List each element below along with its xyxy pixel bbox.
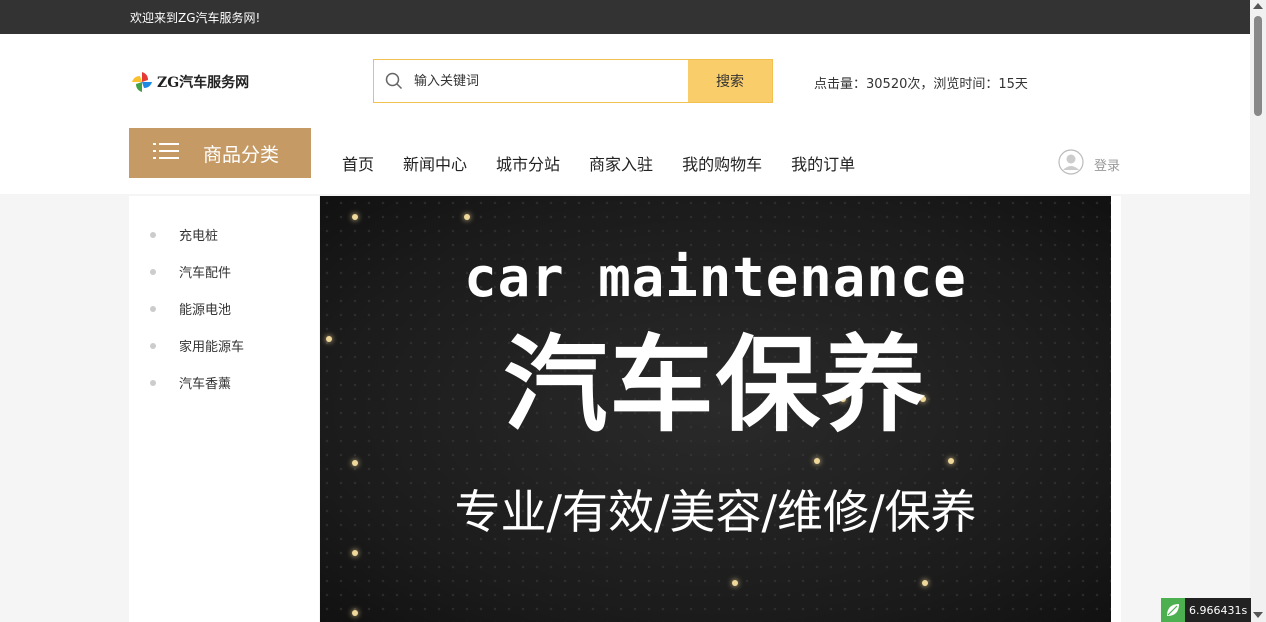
category-item[interactable]: 汽车香薰 xyxy=(129,364,319,401)
nav-home[interactable]: 首页 xyxy=(342,151,374,175)
bullet-icon xyxy=(150,268,156,275)
nav-merchant[interactable]: 商家入驻 xyxy=(589,151,653,175)
site-logo[interactable]: ZG汽车服务网 xyxy=(130,70,249,94)
sparkle xyxy=(352,610,358,616)
login-label: 登录 xyxy=(1094,158,1121,174)
scrollbar[interactable] xyxy=(1250,0,1266,622)
category-label: 能源电池 xyxy=(179,303,232,318)
nav-news[interactable]: 新闻中心 xyxy=(403,151,467,175)
user-avatar-icon xyxy=(1058,149,1084,179)
sparkle xyxy=(352,214,358,220)
category-item[interactable]: 汽车配件 xyxy=(129,253,319,290)
logo-text: ZG汽车服务网 xyxy=(157,75,250,91)
sparkle xyxy=(814,458,820,464)
category-item[interactable]: 能源电池 xyxy=(129,290,319,327)
nav-orders[interactable]: 我的订单 xyxy=(791,151,855,175)
sparkle xyxy=(464,214,470,220)
header: ZG汽车服务网 搜索 点击量：30520次，浏览时间：15天 商品分类 首页 新… xyxy=(0,34,1250,194)
category-label: 家用能源车 xyxy=(179,340,245,355)
banner-title-zh: 汽车保养 xyxy=(503,324,928,446)
category-menu-button[interactable]: 商品分类 xyxy=(129,128,311,178)
load-time-value: 6.966431s xyxy=(1189,603,1248,617)
sparkle xyxy=(352,460,358,466)
scrollbar-thumb[interactable] xyxy=(1254,16,1262,116)
visit-stats: 点击量：30520次，浏览时间：15天 xyxy=(814,77,1028,92)
hero-banner[interactable]: car maintenance 汽车保养 专业/有效/美容/维修/保养 xyxy=(320,196,1111,622)
search-box: 搜索 xyxy=(373,59,773,103)
category-sidebar: 充电桩 汽车配件 能源电池 家用能源车 汽车香薰 xyxy=(129,196,319,622)
pinwheel-logo-icon xyxy=(132,72,152,92)
sparkle xyxy=(352,550,358,556)
content-margin xyxy=(1111,196,1121,622)
category-menu-label: 商品分类 xyxy=(203,143,280,166)
search-input[interactable] xyxy=(414,60,688,102)
menu-icon xyxy=(153,141,179,165)
bullet-icon xyxy=(150,231,156,238)
bullet-icon xyxy=(150,342,156,349)
scroll-up-icon[interactable] xyxy=(1253,3,1263,9)
banner-tagline: 专业/有效/美容/维修/保养 xyxy=(454,485,977,539)
sparkle xyxy=(732,580,738,586)
bullet-icon xyxy=(150,379,156,386)
load-timer-badge: 6.966431s xyxy=(1161,598,1252,622)
category-label: 充电桩 xyxy=(179,229,219,244)
main-nav: 首页 新闻中心 城市分站 商家入驻 我的购物车 我的订单 xyxy=(342,151,884,175)
bullet-icon xyxy=(150,305,156,312)
category-item[interactable]: 家用能源车 xyxy=(129,327,319,364)
login-link[interactable]: 登录 xyxy=(1058,149,1120,179)
sparkle xyxy=(948,458,954,464)
welcome-text: 欢迎来到ZG汽车服务网! xyxy=(130,11,261,25)
category-label: 汽车香薰 xyxy=(179,377,232,392)
scroll-down-icon[interactable] xyxy=(1253,612,1263,618)
category-label: 汽车配件 xyxy=(179,266,232,281)
sparkle xyxy=(922,580,928,586)
nav-city[interactable]: 城市分站 xyxy=(496,151,560,175)
search-icon xyxy=(374,60,414,102)
nav-cart[interactable]: 我的购物车 xyxy=(682,151,762,175)
category-item[interactable]: 充电桩 xyxy=(129,216,319,253)
top-bar: 欢迎来到ZG汽车服务网! xyxy=(0,0,1250,34)
leaf-icon xyxy=(1161,598,1185,622)
search-button[interactable]: 搜索 xyxy=(688,60,772,102)
